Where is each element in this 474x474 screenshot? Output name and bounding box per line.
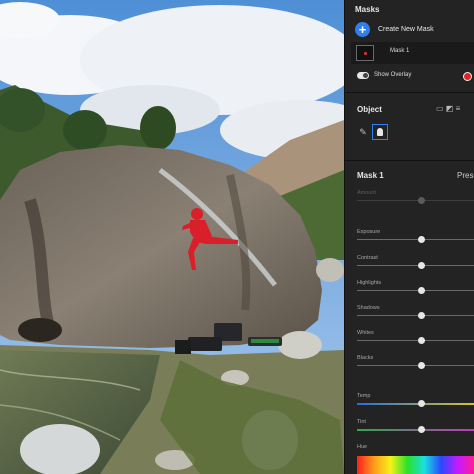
- shadows-slider[interactable]: Shadows: [357, 305, 474, 319]
- mask-item-label: Mask 1: [390, 48, 410, 54]
- shadows-track[interactable]: [357, 315, 474, 316]
- object-options-icons[interactable]: ▭ ◩ ≡: [436, 104, 460, 113]
- tint-label: Tint: [357, 419, 366, 425]
- amount-slider[interactable]: Amount: [357, 190, 474, 204]
- tint-knob[interactable]: [418, 426, 426, 433]
- exposure-slider[interactable]: Exposure: [357, 229, 474, 243]
- hue-slider[interactable]: [357, 456, 474, 474]
- temp-slider[interactable]: Temp: [357, 393, 474, 407]
- show-overlay-toggle[interactable]: [357, 72, 369, 79]
- temp-knob[interactable]: [418, 400, 426, 407]
- whites-slider[interactable]: Whites: [357, 330, 474, 344]
- blacks-knob[interactable]: [418, 362, 426, 369]
- exposure-label: Exposure: [357, 229, 381, 235]
- masks-title: Masks: [355, 5, 380, 14]
- highlights-knob[interactable]: [418, 287, 426, 294]
- mask-list-item[interactable]: Mask 1: [351, 42, 474, 64]
- exposure-knob[interactable]: [418, 236, 426, 243]
- whites-label: Whites: [357, 330, 374, 336]
- mask-thumbnail: [356, 45, 374, 61]
- create-new-mask-button[interactable]: + Create New Mask: [355, 20, 434, 38]
- blacks-label: Blacks: [357, 355, 374, 361]
- divider: [345, 160, 474, 161]
- show-overlay-label: Show Overlay: [374, 72, 412, 78]
- contrast-knob[interactable]: [418, 262, 426, 269]
- tint-track[interactable]: [357, 429, 474, 431]
- select-subject-icon[interactable]: [372, 124, 388, 140]
- photo-canvas[interactable]: [0, 0, 344, 474]
- blacks-track[interactable]: [357, 365, 474, 366]
- temp-label: Temp: [357, 393, 371, 399]
- object-title: Object: [357, 105, 382, 114]
- temp-track[interactable]: [357, 403, 474, 405]
- shadows-label: Shadows: [357, 305, 380, 311]
- highlights-track[interactable]: [357, 290, 474, 291]
- highlights-label: Highlights: [357, 280, 382, 286]
- hue-label: Hue: [357, 444, 368, 450]
- whites-knob[interactable]: [418, 337, 426, 344]
- highlights-slider[interactable]: Highlights: [357, 280, 474, 294]
- blacks-slider[interactable]: Blacks: [357, 355, 474, 369]
- contrast-label: Contrast: [357, 255, 378, 261]
- contrast-track[interactable]: [357, 265, 474, 266]
- overlay-color-swatch[interactable]: [463, 72, 472, 81]
- whites-track[interactable]: [357, 340, 474, 341]
- climber-photo: [0, 0, 344, 474]
- amount-knob[interactable]: [418, 197, 426, 204]
- plus-icon: +: [355, 21, 370, 37]
- exposure-track[interactable]: [357, 239, 474, 240]
- amount-track[interactable]: [357, 200, 474, 201]
- create-new-mask-label: Create New Mask: [378, 25, 434, 33]
- tint-slider[interactable]: Tint: [357, 419, 474, 433]
- divider: [345, 92, 474, 93]
- amount-label: Amount: [357, 190, 376, 196]
- contrast-slider[interactable]: Contrast: [357, 255, 474, 269]
- masking-panel: Masks + Create New Mask Mask 1 Show Over…: [344, 0, 474, 474]
- show-overlay-row: Show Overlay: [355, 70, 474, 82]
- brush-icon[interactable]: ✎: [355, 124, 371, 140]
- mask-settings-title: Mask 1: [357, 171, 384, 180]
- preset-dropdown[interactable]: Prese: [457, 171, 474, 180]
- shadows-knob[interactable]: [418, 312, 426, 319]
